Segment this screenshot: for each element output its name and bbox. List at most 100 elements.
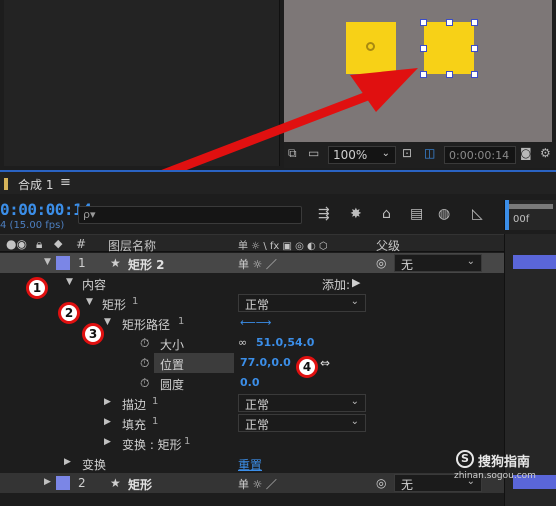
rect-group-number: 1 (132, 296, 139, 307)
time-ruler[interactable]: 00f (504, 200, 556, 230)
stroke-blend-dropdown[interactable]: 正常 ⌄ (238, 394, 366, 412)
graph-editor-icon[interactable]: ◺ (472, 206, 483, 222)
layer-index: 2 (78, 476, 86, 490)
av-switch-icon: ●◉ (6, 237, 27, 251)
frame-blending-icon[interactable]: ▤ (410, 206, 423, 222)
layer-row-2[interactable]: ▶ 2 ★ 矩形 单 ☼ ／ ◎ 无 ⌄ (0, 473, 504, 493)
fill-label: 填充 (122, 418, 147, 432)
path-direction-icon[interactable]: ⟵⟶ (240, 316, 272, 329)
playhead-marker[interactable] (505, 200, 509, 230)
expand-triangle-icon[interactable]: ▼ (104, 317, 111, 327)
layer-switches[interactable]: 单 ☼ ／ (238, 476, 277, 492)
collapse-triangle-icon[interactable]: ▶ (104, 437, 111, 447)
watermark-url: zhinan.sogou.com (454, 471, 536, 481)
size-label: 大小 (160, 338, 185, 352)
rect-path-label: 矩形路径 (122, 318, 171, 332)
property-row-stroke[interactable]: ▶ 描边 1 正常 ⌄ (0, 393, 504, 413)
annotation-badge: 4 (296, 356, 318, 378)
shape-layer-icon: ★ (110, 476, 121, 490)
position-label: 位置 (160, 358, 185, 372)
property-row-size[interactable]: ⏱︎ 大小 ∞ 51.0,54.0 (0, 333, 504, 353)
expand-triangle-icon[interactable]: ▼ (66, 277, 73, 287)
layer-switches[interactable]: 单 ☼ ／ (238, 256, 277, 272)
layer-search-input[interactable]: ρ▾ (78, 206, 302, 224)
layer-column-header: ●◉ 🔒︎ ◆ # 图层名称 单 ☼ \ fx ▣ ◎ ◐ ⬡ 父级 (0, 234, 504, 254)
collapse-triangle-icon[interactable]: ▶ (104, 417, 111, 427)
collapse-triangle-icon[interactable]: ▶ (64, 457, 71, 467)
column-switches: 单 ☼ \ fx ▣ ◎ ◐ ⬡ (238, 241, 328, 252)
transform-rect-number: 1 (184, 436, 191, 447)
composition-tab-bar: 合成 1 ≡ (0, 170, 556, 194)
expand-triangle-icon[interactable]: ▼ (86, 297, 93, 307)
property-row-transform-rectangle[interactable]: ▶ 变换 : 矩形 1 (0, 433, 504, 453)
composition-mini-flowchart-icon[interactable]: ⇶ (318, 206, 330, 222)
hamburger-icon[interactable]: ≡ (60, 175, 71, 190)
pickwhip-icon[interactable]: ◎ (376, 476, 386, 490)
annotation-badge: 1 (26, 277, 48, 299)
motion-blur-icon[interactable]: ◍ (438, 206, 450, 222)
blend-mode-value: 正常 (245, 298, 270, 312)
chevron-down-icon: ⌄ (350, 296, 359, 307)
stroke-label: 描边 (122, 398, 147, 412)
transform-label: 变换 (82, 458, 107, 472)
tab-composition[interactable]: 合成 1 (18, 176, 53, 193)
reset-link[interactable]: 重置 (238, 456, 262, 473)
add-label: 添加: (322, 278, 351, 292)
scrub-cursor-icon: ⇔ (320, 356, 331, 370)
property-row-roundness[interactable]: ⏱︎ 圆度 0.0 (0, 373, 504, 393)
annotation-badge: 3 (82, 323, 104, 345)
label-icon: ◆ (54, 237, 63, 250)
add-button-icon[interactable]: ▶ (352, 276, 360, 289)
property-row-transform[interactable]: ▶ 变换 重置 (0, 453, 504, 473)
search-icon: ρ▾ (83, 208, 96, 221)
collapse-triangle-icon[interactable]: ▶ (44, 477, 51, 487)
work-area-bar[interactable] (509, 204, 553, 209)
rect-group-label: 矩形 (102, 298, 127, 312)
property-row-fill[interactable]: ▶ 填充 1 正常 ⌄ (0, 413, 504, 433)
layer-row-1[interactable]: ▼ 1 ★ 矩形 2 单 ☼ ／ ◎ 无 ⌄ (0, 253, 504, 273)
parent-value: 无 (401, 478, 414, 492)
layer-name[interactable]: 矩形 2 (128, 256, 165, 273)
ruler-tick-label: 00f (513, 214, 530, 225)
shape-layer-icon: ★ (110, 256, 121, 270)
label-color-chip[interactable] (56, 256, 70, 270)
fill-blend-dropdown[interactable]: 正常 ⌄ (238, 414, 366, 432)
collapse-triangle-icon[interactable]: ▶ (104, 397, 111, 407)
column-layer-name[interactable]: 图层名称 (108, 237, 156, 254)
expand-triangle-icon[interactable]: ▼ (44, 257, 51, 267)
chevron-down-icon: ⌄ (350, 416, 359, 427)
label-color-chip[interactable] (56, 476, 70, 490)
rect-path-number: 1 (178, 316, 185, 327)
stroke-blend-value: 正常 (245, 398, 270, 412)
size-value[interactable]: 51.0,54.0 (256, 336, 314, 349)
property-row-contents[interactable]: ▼ 内容 添加: ▶ (0, 273, 504, 293)
parent-dropdown[interactable]: 无 ⌄ (394, 254, 482, 272)
stopwatch-icon[interactable]: ⏱︎ (140, 356, 149, 371)
sogou-watermark: S 搜狗指南 zhinan.sogou.com (452, 450, 552, 484)
layer-name[interactable]: 矩形 (128, 476, 152, 493)
stopwatch-icon[interactable]: ⏱︎ (140, 336, 149, 351)
layer-index: 1 (78, 256, 86, 270)
roundness-label: 圆度 (160, 378, 185, 392)
annotation-badge: 2 (58, 302, 80, 324)
position-value[interactable]: 77.0,0.0 (240, 356, 291, 369)
stopwatch-icon[interactable]: ⏱︎ (140, 376, 149, 391)
shy-layers-icon[interactable]: ⌂ (382, 206, 391, 222)
fill-blend-value: 正常 (245, 418, 270, 432)
chevron-down-icon: ⌄ (466, 256, 475, 267)
chevron-down-icon: ⌄ (350, 396, 359, 407)
blend-mode-dropdown[interactable]: 正常 ⌄ (238, 294, 366, 312)
sogou-logo-icon: S (456, 450, 474, 468)
property-row-position[interactable]: ⏱︎ 位置 77.0,0.0 ⇔ (0, 353, 504, 373)
frame-rate-label: 4 (15.00 fps) (0, 220, 65, 231)
pickwhip-icon[interactable]: ◎ (376, 256, 386, 270)
stroke-number: 1 (152, 396, 159, 407)
roundness-value[interactable]: 0.0 (240, 376, 260, 389)
layer-1-duration-bar[interactable] (513, 255, 556, 269)
tab-color-chip (4, 178, 8, 190)
constrain-proportions-icon[interactable]: ∞ (238, 336, 247, 349)
column-number: # (76, 237, 87, 251)
draft-3d-icon[interactable]: ✸ (350, 206, 362, 222)
fill-number: 1 (152, 416, 159, 427)
parent-value: 无 (401, 258, 414, 272)
